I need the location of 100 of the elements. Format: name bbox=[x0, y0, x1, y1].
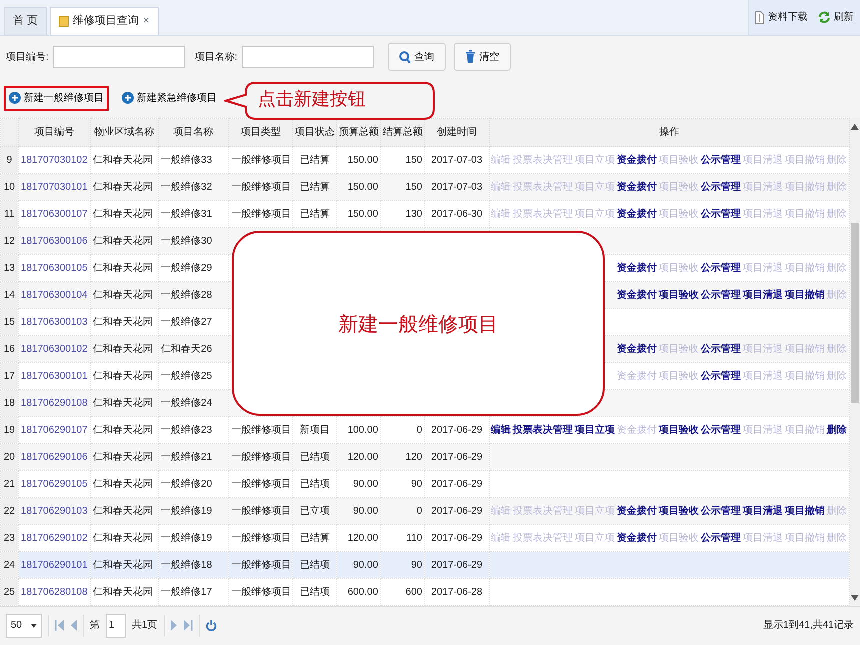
clear-button[interactable]: 清空 bbox=[454, 43, 511, 71]
column-header[interactable]: 结算总额 bbox=[380, 118, 425, 146]
table-cell: 90.00 bbox=[336, 498, 381, 524]
row-number: 22 bbox=[0, 498, 19, 524]
search-icon bbox=[398, 50, 411, 64]
action-link[interactable]: 项目撤销 bbox=[785, 288, 825, 302]
table-cell: 仁和春天花园 bbox=[90, 336, 159, 362]
page-icon bbox=[59, 16, 70, 27]
row-number: 24 bbox=[0, 552, 19, 578]
table-cell: 2017-07-03 bbox=[424, 174, 490, 200]
table-cell: 2017-06-29 bbox=[424, 444, 490, 470]
column-header[interactable]: 操作 bbox=[489, 118, 850, 146]
table-cell: 一般维修19 bbox=[158, 498, 229, 524]
action-link[interactable]: 项目验收 bbox=[659, 504, 699, 518]
row-number: 18 bbox=[0, 390, 19, 416]
document-icon bbox=[755, 10, 765, 24]
input-field[interactable] bbox=[242, 46, 374, 68]
table-cell: 仁和春天花园 bbox=[90, 174, 159, 200]
first-page-icon bbox=[55, 620, 64, 631]
action-link[interactable]: 项目清退 bbox=[743, 504, 783, 518]
next-page-icon bbox=[170, 620, 178, 631]
column-header[interactable]: 项目编号 bbox=[18, 118, 91, 146]
action-link[interactable]: 项目立项 bbox=[575, 422, 615, 438]
table-cell: 一般维修30 bbox=[158, 228, 229, 254]
page-size-select[interactable]: 50 bbox=[6, 614, 42, 638]
table-cell: 已结项 bbox=[292, 552, 337, 578]
action-link[interactable]: 资金拨付 bbox=[617, 530, 657, 546]
action-link[interactable]: 资金拨付 bbox=[617, 342, 657, 356]
scroll-down-icon bbox=[851, 595, 859, 601]
action-link[interactable]: 公示管理 bbox=[701, 530, 741, 546]
table-cell: 0 bbox=[380, 498, 425, 524]
page-input[interactable]: 1 bbox=[106, 614, 126, 638]
table-cell: 一般维修项目 bbox=[228, 444, 293, 470]
action-link[interactable]: 公示管理 bbox=[701, 206, 741, 222]
column-header[interactable]: 项目状态 bbox=[292, 118, 337, 146]
column-header[interactable]: 项目类型 bbox=[228, 118, 293, 146]
action-link[interactable]: 删除 bbox=[827, 422, 847, 438]
table-cell: 一般维修项目 bbox=[228, 552, 293, 578]
row-number: 13 bbox=[0, 254, 19, 282]
action-link[interactable]: 公示管理 bbox=[701, 288, 741, 302]
action-link[interactable]: 资金拨付 bbox=[617, 260, 657, 276]
tab[interactable]: 维修项目查询 × bbox=[50, 7, 158, 35]
table-cell: 仁和春天花园 bbox=[90, 552, 159, 578]
action-link[interactable]: 项目清退 bbox=[743, 288, 783, 302]
table-cell: 90 bbox=[380, 552, 425, 578]
row-number: 25 bbox=[0, 578, 19, 606]
table-row[interactable]: 22 181706290103 仁和春天花园 一般维修19 一般维修项目 已立项 90.00 0 2017-06-29 编辑 投票表决管理 项目立项 资金拨付 项目验收 公示管理 项目清退 项目撤销 删除 bbox=[0, 498, 850, 524]
row-number: 10 bbox=[0, 174, 19, 200]
tab[interactable]: 首 页 bbox=[4, 7, 48, 35]
action-link[interactable]: 公示管理 bbox=[701, 152, 741, 168]
input-field[interactable] bbox=[52, 46, 185, 68]
action-link[interactable]: 公示管理 bbox=[701, 342, 741, 356]
table-cell: 仁和春天花园 bbox=[90, 228, 159, 254]
table-cell: 仁和春天花园 bbox=[90, 390, 159, 416]
scroll-up-icon bbox=[851, 124, 859, 130]
caret-icon bbox=[31, 624, 37, 628]
table-cell: 仁和春天26 bbox=[158, 336, 229, 362]
table-cell: 仁和春天花园 bbox=[90, 498, 159, 524]
table-cell: 一般维修28 bbox=[158, 282, 229, 308]
action-link[interactable]: 公示管理 bbox=[701, 180, 741, 194]
download-link[interactable]: 资料下载 bbox=[768, 10, 808, 25]
action-link[interactable]: 公示管理 bbox=[701, 422, 741, 438]
row-number: 19 bbox=[0, 416, 19, 444]
column-header[interactable]: 物业区域名称 bbox=[90, 118, 159, 146]
row-number: 23 bbox=[0, 524, 19, 552]
action-link[interactable]: 公示管理 bbox=[701, 504, 741, 518]
plus-circle-icon bbox=[122, 92, 134, 104]
action-link[interactable]: 项目验收 bbox=[659, 422, 699, 438]
scrollbar[interactable] bbox=[850, 118, 860, 605]
action-link[interactable]: 资金拨付 bbox=[617, 180, 657, 194]
table-row[interactable]: 20 181706290106 仁和春天花园 一般维修21 一般维修项目 已结项 120.00 120 2017-06-29 bbox=[0, 444, 850, 470]
action-link[interactable]: 公示管理 bbox=[701, 368, 741, 384]
table-row[interactable]: 10 181707030101 仁和春天花园 一般维修32 一般维修项目 已结算 150.00 150 2017-07-03 编辑 投票表决管理 项目立项 资金拨付 项目验收 公示管理 项目清退 项目撤销 删除 bbox=[0, 174, 850, 200]
action-link[interactable]: 资金拨付 bbox=[617, 152, 657, 168]
action-link[interactable]: 资金拨付 bbox=[617, 288, 657, 302]
action-link[interactable]: 资金拨付 bbox=[617, 504, 657, 518]
new-button[interactable]: 新建一般维修项目 bbox=[4, 86, 109, 110]
table-cell: 90.00 bbox=[336, 552, 381, 578]
new-button[interactable]: 新建紧急维修项目 bbox=[117, 86, 222, 110]
plus-circle-icon bbox=[9, 92, 21, 104]
table-cell: 2017-06-29 bbox=[424, 498, 490, 524]
search-button[interactable]: 查询 bbox=[388, 43, 446, 71]
table-row[interactable]: 24 181706290101 仁和春天花园 一般维修18 一般维修项目 已结项 90.00 90 2017-06-29 bbox=[0, 552, 850, 578]
column-header[interactable]: 创建时间 bbox=[424, 118, 490, 146]
column-header[interactable]: 项目名称 bbox=[158, 118, 229, 146]
column-header[interactable]: 预算总额 bbox=[336, 118, 381, 146]
table-cell: 已立项 bbox=[292, 498, 337, 524]
table-cell: 仁和春天花园 bbox=[90, 282, 159, 308]
table-cell: 一般维修32 bbox=[158, 174, 229, 200]
close-icon[interactable]: × bbox=[143, 13, 150, 30]
action-link[interactable]: 资金拨付 bbox=[617, 206, 657, 222]
action-link[interactable]: 项目撤销 bbox=[785, 504, 825, 518]
action-link[interactable]: 公示管理 bbox=[701, 260, 741, 276]
refresh-link[interactable]: 刷新 bbox=[834, 10, 854, 25]
field-label: 项目名称: bbox=[194, 50, 238, 64]
action-link[interactable]: 投票表决管理 bbox=[513, 422, 573, 438]
table-cell: 一般维修21 bbox=[158, 444, 229, 470]
action-link[interactable]: 项目验收 bbox=[659, 288, 699, 302]
action-link[interactable]: 编辑 bbox=[491, 422, 511, 438]
last-page-icon bbox=[184, 620, 193, 631]
